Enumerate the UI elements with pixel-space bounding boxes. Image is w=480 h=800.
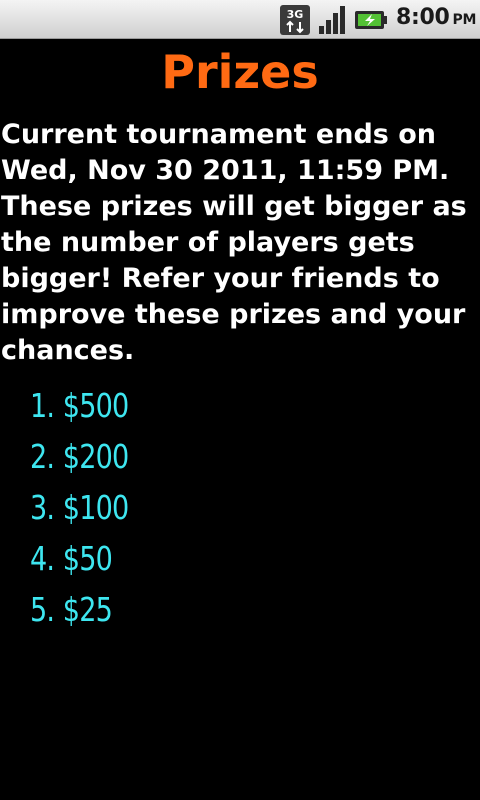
tournament-description: Current tournament ends on Wed, Nov 30 2… bbox=[1, 119, 467, 366]
prize-amount: $100 bbox=[62, 488, 129, 527]
prize-rank: 5. bbox=[30, 590, 55, 629]
status-bar: 3G 8:00 PM bbox=[0, 0, 480, 39]
prize-rank: 3. bbox=[30, 488, 55, 527]
prize-item: 4. $50 bbox=[30, 533, 128, 584]
3g-data-icon: 3G bbox=[280, 5, 310, 35]
battery-charging-icon bbox=[355, 11, 387, 29]
prize-amount: $50 bbox=[62, 539, 113, 578]
prize-amount: $25 bbox=[62, 590, 113, 629]
signal-strength-icon bbox=[319, 6, 345, 34]
clock-ampm: PM bbox=[452, 12, 477, 28]
prize-rank: 2. bbox=[30, 437, 55, 476]
prize-item: 3. $100 bbox=[30, 482, 129, 533]
prize-item: 5. $25 bbox=[30, 584, 128, 635]
svg-text:3G: 3G bbox=[287, 8, 304, 21]
page-title: Prizes bbox=[161, 45, 319, 99]
prize-item: 2. $200 bbox=[30, 431, 129, 482]
clock-time: 8:00 bbox=[396, 5, 450, 30]
prize-list: 1. $500 2. $200 3. $100 4. $50 5. $25 bbox=[30, 380, 150, 635]
status-clock: 8:00 PM bbox=[396, 5, 476, 30]
prize-amount: $500 bbox=[62, 386, 129, 425]
prize-amount: $200 bbox=[62, 437, 129, 476]
prize-rank: 1. bbox=[30, 386, 55, 425]
prize-rank: 4. bbox=[30, 539, 55, 578]
prize-item: 1. $500 bbox=[30, 380, 129, 431]
